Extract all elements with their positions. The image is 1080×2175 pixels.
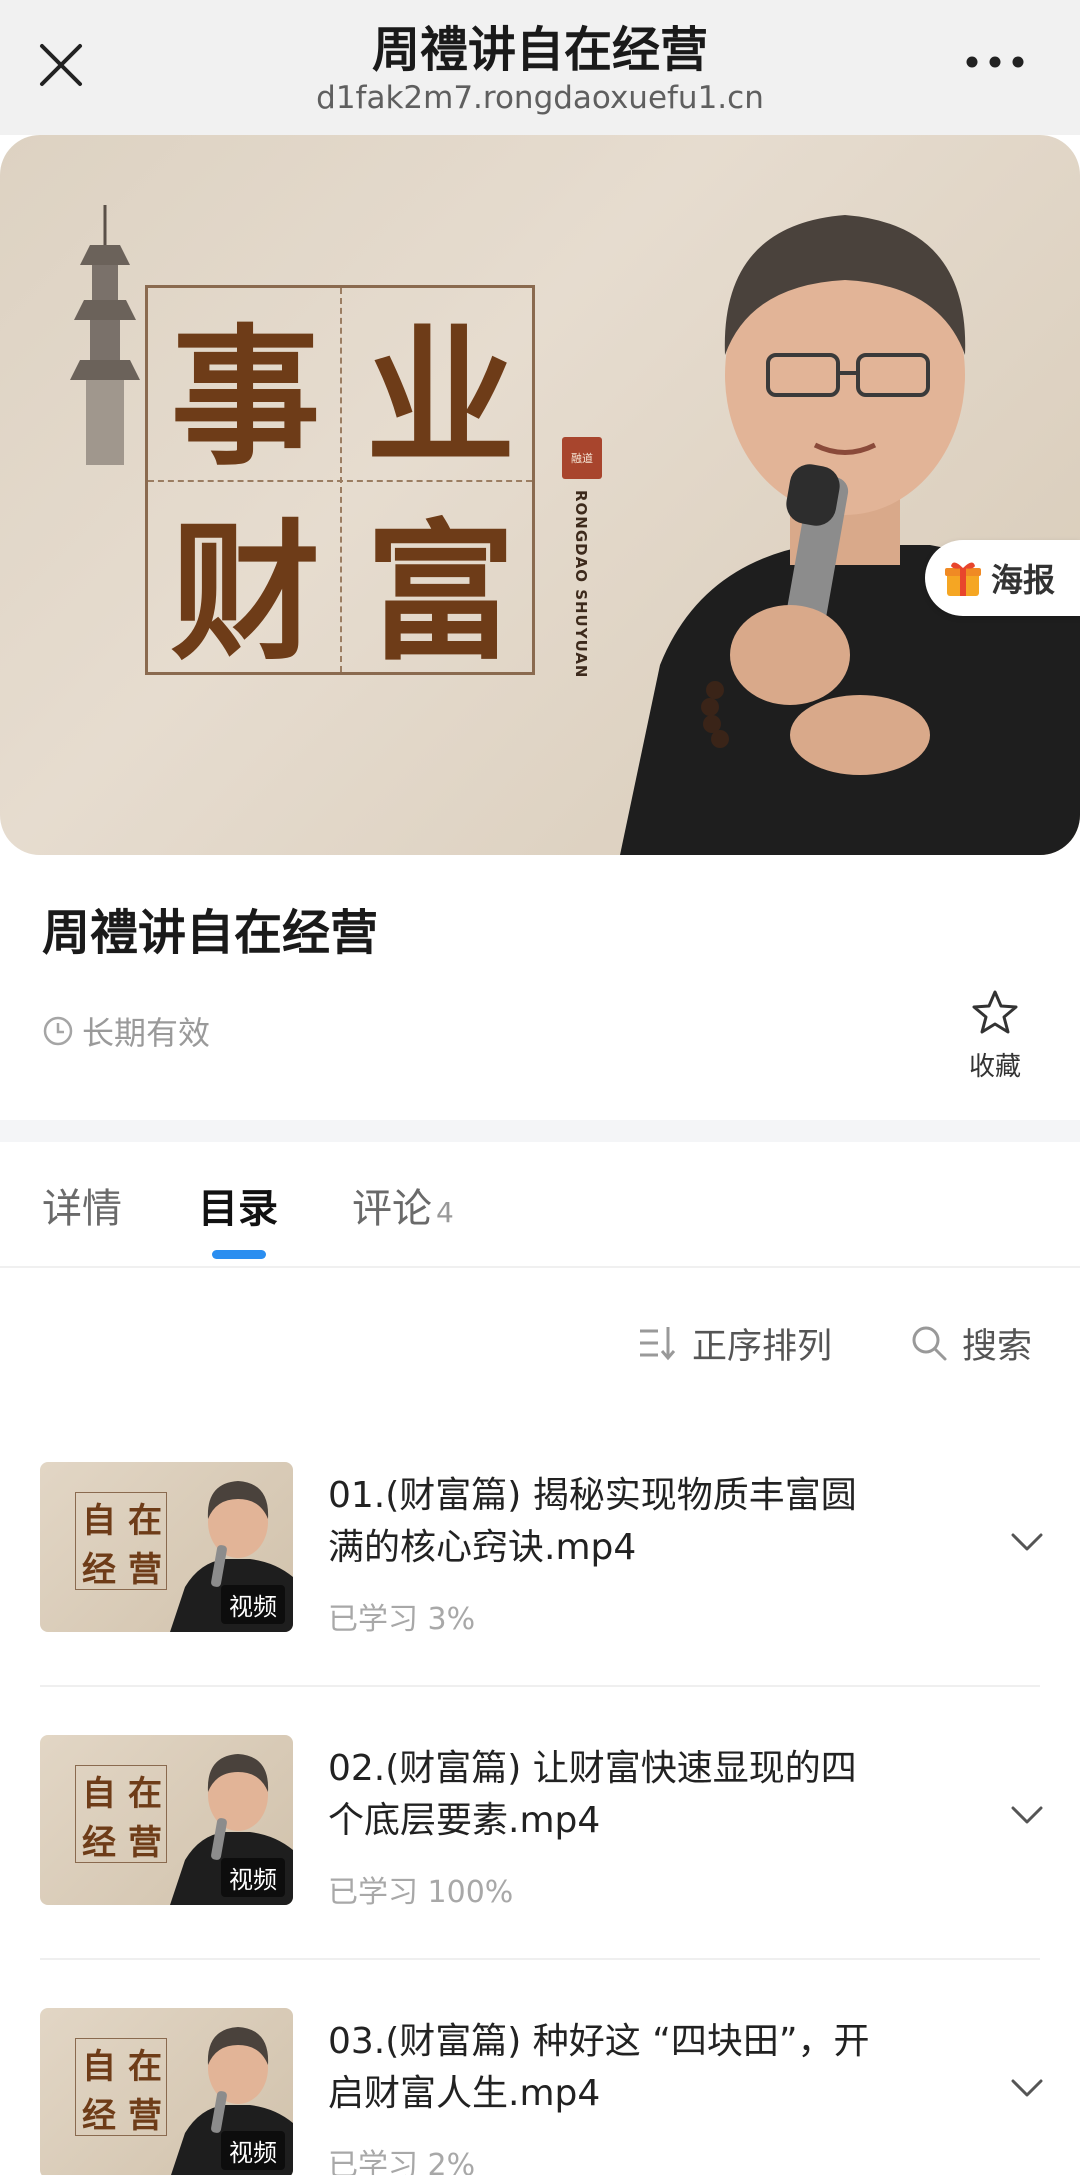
list-divider bbox=[40, 1958, 1040, 1960]
banner-char: 业 bbox=[365, 310, 516, 486]
tab-label: 目录 bbox=[198, 1186, 278, 1232]
course-banner: 事 业 财 富 融道 RONGDAO SHUYUAN 海报 bbox=[0, 135, 1080, 855]
list-divider bbox=[40, 1685, 1040, 1687]
lesson-progress: 已学习 2% bbox=[328, 2148, 476, 2175]
favorite-label: 收藏 bbox=[968, 1052, 1021, 1082]
banner-char: 财 bbox=[170, 505, 321, 681]
lesson-thumbnail: 自在经营视频 bbox=[40, 2008, 293, 2175]
chevron-down-icon[interactable] bbox=[1010, 1805, 1044, 1825]
lesson-item[interactable]: 自在经营视频 02.(财富篇) 让财富快速显现的四个底层要素.mp4 已学习 100… bbox=[40, 1735, 1043, 2005]
active-tab-indicator bbox=[212, 1250, 266, 1259]
thumb-char: 自 bbox=[82, 1774, 116, 1814]
thumb-title-box: 自在经营 bbox=[75, 1765, 167, 1863]
thumb-char: 经 bbox=[82, 1550, 116, 1590]
video-tag: 视频 bbox=[221, 2131, 285, 2170]
validity: 长期有效 bbox=[42, 1008, 210, 1054]
tab-comments[interactable]: 评论 4 bbox=[352, 1176, 454, 1234]
search-label: 搜索 bbox=[962, 1326, 1033, 1367]
window-title: 周禮讲自在经营 bbox=[371, 22, 708, 78]
top-bar: 周禮讲自在经营 d1fak2m7.rongdaoxuefu1.cn bbox=[0, 0, 1080, 135]
lesson-title: 02.(财富篇) 让财富快速显现的四个底层要素.mp4 bbox=[328, 1748, 857, 1841]
chevron-down-icon[interactable] bbox=[1010, 2078, 1044, 2098]
thumb-char: 在 bbox=[128, 1501, 162, 1541]
lesson-thumbnail: 自在经营视频 bbox=[40, 1735, 293, 1905]
poster-label: 海报 bbox=[991, 561, 1056, 599]
sort-button[interactable]: 正序排列 bbox=[638, 1318, 832, 1368]
star-icon bbox=[972, 990, 1018, 1034]
tab-bar: 详情 目录 评论 4 bbox=[0, 1142, 1080, 1268]
banner-char: 事 bbox=[170, 310, 321, 486]
course-title: 周禮讲自在经营 bbox=[42, 905, 379, 961]
lesson-item[interactable]: 自在经营视频 03.(财富篇) 种好这 “四块田”，开启财富人生.mp4 已学习 2… bbox=[40, 2008, 1043, 2175]
video-tag: 视频 bbox=[221, 1858, 285, 1897]
page-url: d1fak2m7.rongdaoxuefu1.cn bbox=[316, 80, 764, 116]
thumb-char: 经 bbox=[82, 1823, 116, 1863]
comment-count-badge: 4 bbox=[436, 1196, 454, 1229]
thumb-char: 自 bbox=[82, 2047, 116, 2087]
brand-text: RONGDAO SHUYUAN bbox=[572, 490, 590, 679]
speaker-illustration bbox=[620, 215, 1080, 855]
clock-icon bbox=[43, 1016, 73, 1046]
thumb-char: 营 bbox=[128, 1550, 162, 1590]
more-icon[interactable] bbox=[960, 40, 1030, 80]
seal-stamp: 融道 bbox=[562, 437, 602, 479]
pagoda-illustration bbox=[70, 205, 140, 465]
thumb-title-box: 自在经营 bbox=[75, 1492, 167, 1590]
lesson-progress: 已学习 3% bbox=[328, 1602, 476, 1637]
thumb-char: 在 bbox=[128, 2047, 162, 2087]
thumb-char: 营 bbox=[128, 2096, 162, 2136]
search-icon bbox=[912, 1326, 947, 1361]
title-grid: 事 业 财 富 bbox=[145, 285, 535, 681]
sort-icon bbox=[640, 1327, 676, 1361]
lesson-title: 03.(财富篇) 种好这 “四块田”，开启财富人生.mp4 bbox=[328, 2021, 870, 2114]
favorite-button[interactable]: 收藏 bbox=[955, 988, 1035, 1083]
thumb-char: 营 bbox=[128, 1823, 162, 1863]
tab-details[interactable]: 详情 bbox=[42, 1176, 122, 1234]
tab-catalog[interactable]: 目录 bbox=[198, 1176, 278, 1234]
tab-label: 评论 bbox=[352, 1186, 432, 1232]
banner-char: 富 bbox=[365, 505, 516, 681]
thumb-char: 自 bbox=[82, 1501, 116, 1541]
sort-label: 正序排列 bbox=[692, 1326, 833, 1367]
thumb-title-box: 自在经营 bbox=[75, 2038, 167, 2136]
validity-label: 长期有效 bbox=[82, 1014, 211, 1052]
lesson-thumbnail: 自在经营视频 bbox=[40, 1462, 293, 1632]
gift-icon bbox=[945, 562, 981, 596]
thumb-char: 经 bbox=[82, 2096, 116, 2136]
lesson-title: 01.(财富篇) 揭秘实现物质丰富圆满的核心窍诀.mp4 bbox=[328, 1475, 857, 1568]
video-tag: 视频 bbox=[221, 1585, 285, 1624]
chevron-down-icon[interactable] bbox=[1010, 1532, 1044, 1552]
search-button[interactable]: 搜索 bbox=[910, 1318, 1032, 1368]
section-separator bbox=[0, 1120, 1080, 1142]
lesson-item[interactable]: 自在经营视频 01.(财富篇) 揭秘实现物质丰富圆满的核心窍诀.mp4 已学习 3% bbox=[40, 1462, 1043, 1732]
lesson-progress: 已学习 100% bbox=[328, 1875, 514, 1910]
poster-button[interactable]: 海报 bbox=[925, 540, 1080, 616]
thumb-char: 在 bbox=[128, 1774, 162, 1814]
tab-label: 详情 bbox=[42, 1186, 122, 1232]
